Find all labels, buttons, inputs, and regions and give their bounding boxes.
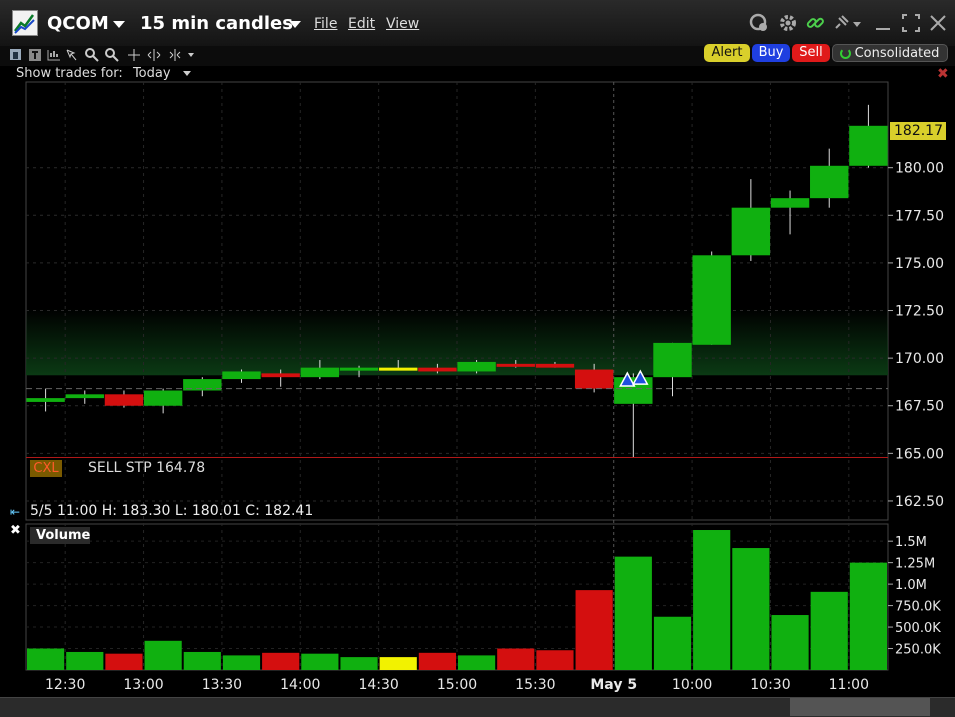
volume-axis-label: 1.5M <box>895 535 927 550</box>
price-axis-label: 170.00 <box>895 351 944 367</box>
time-axis-label: 14:30 <box>358 677 398 693</box>
candle-body[interactable] <box>614 377 653 404</box>
volume-axis-label: 500.0K <box>895 621 941 636</box>
close-icon[interactable]: ✖ <box>10 523 21 538</box>
time-axis-label: 15:30 <box>515 677 555 693</box>
candle-body[interactable] <box>810 165 849 199</box>
time-axis-label: 15:00 <box>437 677 477 693</box>
time-axis-label: 13:30 <box>202 677 242 693</box>
time-axis-label: 10:00 <box>672 677 712 693</box>
volume-bar[interactable] <box>144 640 182 670</box>
volume-bar[interactable] <box>732 548 770 670</box>
volume-bar[interactable] <box>66 651 104 670</box>
volume-bar[interactable] <box>222 655 261 670</box>
order-description: SELL STP 164.78 <box>88 460 206 476</box>
navigator-scroll-thumb[interactable] <box>790 698 930 716</box>
candle-body[interactable] <box>222 371 261 380</box>
candle-body[interactable] <box>535 363 575 368</box>
candle-body[interactable] <box>770 198 810 208</box>
candle-body[interactable] <box>379 367 418 371</box>
candle-body[interactable] <box>574 369 614 389</box>
volume-bar[interactable] <box>262 652 300 670</box>
volume-bar[interactable] <box>497 648 535 670</box>
time-axis-label: May 5 <box>590 677 637 693</box>
price-axis-label: 177.50 <box>895 208 944 224</box>
volume-bar[interactable] <box>849 562 887 670</box>
candle-body[interactable] <box>496 363 535 367</box>
price-axis-label: 180.00 <box>895 161 944 177</box>
candle-body[interactable] <box>339 367 379 371</box>
volume-bar[interactable] <box>458 655 496 670</box>
candle-body[interactable] <box>143 390 183 406</box>
volume-axis-label: 250.0K <box>895 643 941 658</box>
crosshair-readout-icon: ⇤ <box>10 505 21 519</box>
price-axis-label: 167.50 <box>895 399 944 415</box>
volume-axis-label: 750.0K <box>895 600 941 615</box>
volume-axis-label: 1.0M <box>895 578 927 593</box>
time-axis-label: 12:30 <box>45 677 85 693</box>
candle-body[interactable] <box>731 207 771 256</box>
candle-body[interactable] <box>104 394 144 406</box>
volume-bar[interactable] <box>771 615 809 670</box>
time-axis-label: 10:30 <box>750 677 790 693</box>
candle-body[interactable] <box>65 394 104 399</box>
candle-body[interactable] <box>418 367 457 372</box>
volume-panel-label: Volume <box>30 527 90 544</box>
candle-body[interactable] <box>300 367 340 378</box>
time-axis-label: 14:00 <box>280 677 320 693</box>
volume-bar[interactable] <box>653 616 692 670</box>
time-axis-label: 13:00 <box>123 677 163 693</box>
volume-bar[interactable] <box>105 653 143 670</box>
volume-bar[interactable] <box>379 657 417 670</box>
candle-body[interactable] <box>261 373 300 378</box>
price-axis-label: 165.00 <box>895 446 944 462</box>
price-axis-label: 172.50 <box>895 304 944 320</box>
last-price-tag: 182.17 <box>890 122 946 140</box>
volume-bar[interactable] <box>536 650 574 670</box>
ohlc-readout: 5/5 11:00 H: 183.30 L: 180.01 C: 182.41 <box>30 503 314 519</box>
price-axis-label: 162.50 <box>895 494 944 510</box>
volume-bar[interactable] <box>418 652 456 670</box>
volume-bar[interactable] <box>693 530 731 670</box>
candle-body[interactable] <box>26 398 65 402</box>
volume-axis-label: 1.25M <box>895 557 935 572</box>
volume-bar[interactable] <box>183 651 221 670</box>
candle-body[interactable] <box>692 255 731 345</box>
candle-body[interactable] <box>457 361 496 372</box>
candle-body[interactable] <box>653 342 692 378</box>
volume-bar[interactable] <box>575 590 613 670</box>
candle-body[interactable] <box>849 125 888 166</box>
price-axis-label: 175.00 <box>895 256 944 272</box>
chart-canvas[interactable]: 162.50 165.00 167.50 170.00 172.50 175.00 177.… <box>0 0 955 717</box>
volume-bar[interactable] <box>340 657 378 670</box>
volume-bar[interactable] <box>301 653 339 670</box>
volume-bar[interactable] <box>810 591 848 670</box>
volume-bar[interactable] <box>614 556 652 670</box>
cancel-order-button[interactable]: CXL <box>30 460 62 477</box>
time-axis-label: 11:00 <box>829 677 869 693</box>
volume-bar[interactable] <box>27 648 65 670</box>
